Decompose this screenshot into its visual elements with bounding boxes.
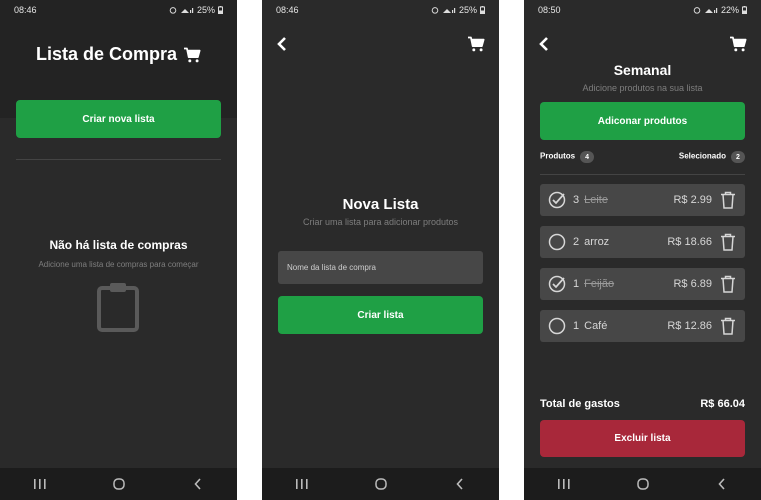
item-name: arroz <box>584 236 610 248</box>
back-chevron-icon[interactable] <box>276 36 288 52</box>
item-quantity: 3 <box>573 194 580 206</box>
recent-apps-icon[interactable] <box>544 474 584 494</box>
divider <box>540 174 745 175</box>
total-value: R$ 66.04 <box>700 398 745 410</box>
signal-icon <box>704 8 718 13</box>
item-price: R$ 6.89 <box>673 278 712 290</box>
screen-nova-lista: 08:46 25% Nova Lista Criar uma lista par… <box>262 0 499 500</box>
system-nav-bar <box>262 468 499 500</box>
alarm-icon <box>169 7 177 14</box>
add-products-button[interactable]: Adiconar produtos <box>540 102 745 140</box>
list-item[interactable]: 1 Café R$ 12.86 <box>540 310 745 342</box>
battery-icon <box>480 6 485 14</box>
battery-level: 25% <box>196 5 215 15</box>
battery-icon <box>218 6 223 14</box>
unchecked-circle-icon[interactable] <box>548 317 566 335</box>
battery-icon <box>742 6 747 14</box>
list-item[interactable]: 1 Feijão R$ 6.89 <box>540 268 745 300</box>
cart-icon <box>184 47 201 62</box>
list-name-input[interactable] <box>278 251 483 284</box>
status-time: 08:46 <box>276 5 299 15</box>
status-bar: 08:46 25% <box>0 0 237 20</box>
selected-label: Selecionado <box>678 151 726 161</box>
delete-list-button[interactable]: Excluir lista <box>540 420 745 457</box>
total-row: Total de gastos R$ 66.04 <box>540 398 745 410</box>
item-price: R$ 18.66 <box>667 236 712 248</box>
home-icon[interactable] <box>99 474 139 494</box>
trash-icon[interactable] <box>720 233 736 251</box>
item-quantity: 1 <box>573 278 580 290</box>
list-item[interactable]: 3 Leite R$ 2.99 <box>540 184 745 216</box>
recent-apps-icon[interactable] <box>282 474 322 494</box>
empty-state-title: Não há lista de compras <box>49 238 188 252</box>
item-name: Leite <box>584 194 608 206</box>
create-new-list-button[interactable]: Criar nova lista <box>16 100 221 138</box>
empty-state-subtitle: Adicione uma lista de compras para começ… <box>38 260 199 269</box>
products-count-badge: 4 <box>580 151 595 163</box>
signal-icon <box>180 8 194 13</box>
home-icon[interactable] <box>623 474 663 494</box>
alarm-icon <box>431 7 439 14</box>
trash-icon[interactable] <box>720 317 736 335</box>
trash-icon[interactable] <box>720 275 736 293</box>
item-price: R$ 12.86 <box>667 320 712 332</box>
item-price: R$ 2.99 <box>673 194 712 206</box>
alarm-icon <box>693 7 701 14</box>
products-label: Produtos <box>540 151 576 161</box>
page-subtitle: Criar uma lista para adicionar produtos <box>302 217 459 227</box>
list-item[interactable]: 2 arroz R$ 18.66 <box>540 226 745 258</box>
system-nav-bar <box>524 468 761 500</box>
home-icon[interactable] <box>361 474 401 494</box>
item-name: Feijão <box>584 278 615 290</box>
checked-circle-icon[interactable] <box>548 191 566 209</box>
system-nav-bar <box>0 468 237 500</box>
screen-lista-de-compra: 08:46 25% Lista de Compra Criar nova lis… <box>0 0 237 500</box>
cart-icon[interactable] <box>467 36 485 52</box>
unchecked-circle-icon[interactable] <box>548 233 566 251</box>
status-time: 08:46 <box>14 5 37 15</box>
divider <box>16 159 221 160</box>
battery-level: 22% <box>720 5 739 15</box>
item-quantity: 2 <box>573 236 580 248</box>
list-subtitle: Adicione produtos na sua lista <box>582 83 703 93</box>
recent-apps-icon[interactable] <box>20 474 60 494</box>
page-title: Lista de Compra <box>0 44 237 65</box>
checked-circle-icon[interactable] <box>548 275 566 293</box>
back-icon[interactable] <box>178 474 218 494</box>
selected-count-badge: 2 <box>731 151 745 163</box>
item-quantity: 1 <box>573 320 580 332</box>
status-bar: 08:50 22% <box>524 0 761 20</box>
status-time: 08:50 <box>538 5 561 15</box>
total-label: Total de gastos <box>540 398 620 410</box>
list-title: Semanal <box>613 62 672 78</box>
clipboard-icon <box>97 283 139 332</box>
screen-list-detail: 08:50 22% Semanal Adicione produtos na s… <box>524 0 761 500</box>
back-icon[interactable] <box>440 474 480 494</box>
create-list-button[interactable]: Criar lista <box>278 296 483 334</box>
battery-level: 25% <box>458 5 477 15</box>
cart-icon[interactable] <box>729 36 747 52</box>
signal-icon <box>442 8 456 13</box>
item-name: Café <box>584 320 608 332</box>
trash-icon[interactable] <box>720 191 736 209</box>
back-icon[interactable] <box>702 474 742 494</box>
page-title: Nova Lista <box>342 196 419 213</box>
list-counters: Produtos 4 Selecionado 2 <box>540 151 745 163</box>
back-chevron-icon[interactable] <box>538 36 550 52</box>
status-bar: 08:46 25% <box>262 0 499 20</box>
